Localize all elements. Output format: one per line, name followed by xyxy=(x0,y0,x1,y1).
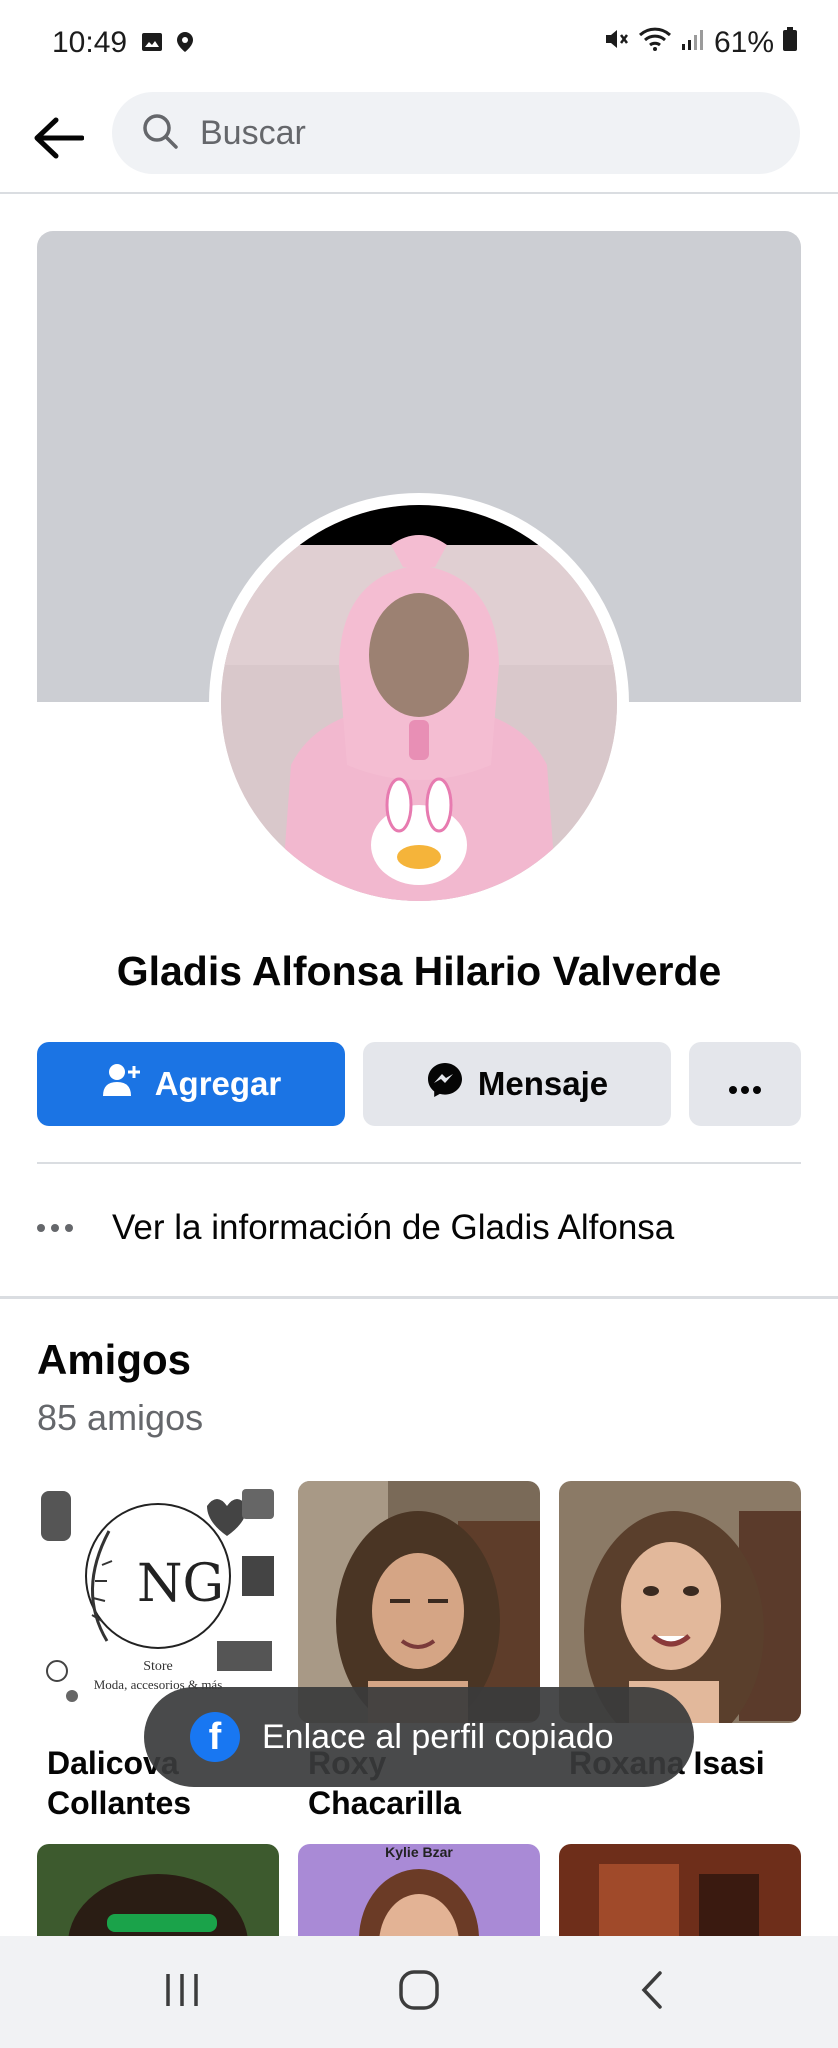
svg-text:NG: NG xyxy=(137,1554,224,1614)
friends-title[interactable]: Amigos xyxy=(37,1336,191,1384)
toast-text: Enlace al perfil copiado xyxy=(262,1717,614,1756)
facebook-icon: f xyxy=(190,1712,240,1762)
add-friend-button[interactable]: Agregar xyxy=(37,1042,345,1126)
friend-photo[interactable] xyxy=(559,1844,801,1936)
home-button[interactable] xyxy=(359,1956,479,2028)
battery-text: 61% xyxy=(713,26,774,59)
photo-caption: Kylie Bzar xyxy=(385,1844,453,1860)
more-button[interactable] xyxy=(689,1042,801,1126)
top-bar xyxy=(0,90,838,194)
avatar-image xyxy=(221,505,617,901)
back-arrow-icon xyxy=(32,116,85,165)
store-caption: Store xyxy=(143,1659,173,1674)
image-icon xyxy=(140,30,164,59)
wifi-icon xyxy=(638,26,672,60)
home-icon xyxy=(398,1969,440,2016)
mute-icon xyxy=(602,26,630,60)
profile-info-link[interactable]: Ver la información de Gladis Alfonsa xyxy=(37,1195,801,1261)
section-divider xyxy=(0,1296,838,1299)
profile-actions: Agregar Mensaje xyxy=(37,1042,801,1126)
battery-icon xyxy=(782,26,798,60)
back-button[interactable] xyxy=(26,108,90,172)
back-nav-button[interactable] xyxy=(592,1956,712,2028)
profile-name: Gladis Alfonsa Hilario Valverde xyxy=(116,948,722,994)
message-label: Mensaje xyxy=(477,1065,609,1102)
search-icon xyxy=(112,111,180,156)
toast-notification: f Enlace al perfil copiado xyxy=(144,1687,694,1787)
search-input[interactable] xyxy=(198,112,762,154)
more-icon xyxy=(728,1065,762,1103)
add-friend-icon xyxy=(101,1062,141,1106)
messenger-icon xyxy=(426,1061,464,1107)
recents-icon xyxy=(162,1972,202,2013)
recents-button[interactable] xyxy=(122,1956,242,2028)
message-button[interactable]: Mensaje xyxy=(363,1042,671,1126)
info-label: Ver la información de Gladis Alfonsa xyxy=(112,1208,675,1247)
friend-photo[interactable]: Kylie Bzar xyxy=(298,1844,540,1936)
divider xyxy=(37,1162,801,1164)
status-time: 10:49 xyxy=(52,26,128,59)
back-icon xyxy=(638,1970,666,2015)
system-nav-bar xyxy=(0,1936,838,2048)
status-bar: 10:49 61% xyxy=(0,0,838,90)
search-bar[interactable] xyxy=(112,92,800,174)
friends-count: 85 amigos xyxy=(37,1397,204,1438)
more-dots-icon xyxy=(37,1224,81,1232)
add-friend-label: Agregar xyxy=(154,1065,282,1102)
location-icon xyxy=(174,30,196,59)
profile-picture[interactable] xyxy=(209,493,629,913)
signal-icon xyxy=(680,26,706,60)
friend-photo[interactable] xyxy=(37,1844,279,1936)
